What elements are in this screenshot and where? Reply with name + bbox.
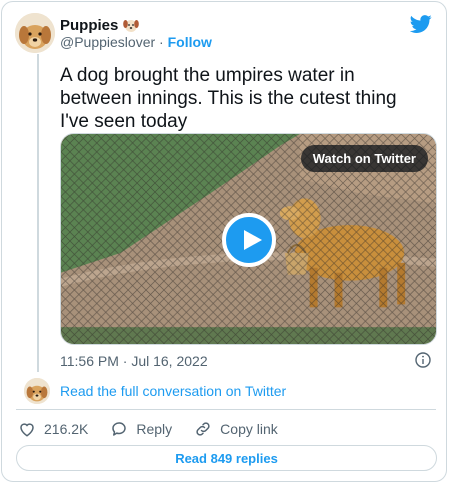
play-button[interactable] — [222, 213, 276, 267]
full-conversation-link[interactable]: Read the full conversation on Twitter — [60, 383, 286, 399]
twitter-bird-icon[interactable] — [410, 13, 432, 35]
video-media[interactable]: Watch on Twitter — [60, 133, 437, 345]
like-button[interactable]: 216.2K — [18, 420, 88, 438]
tweet-timestamp[interactable]: 11:56 PM · Jul 16, 2022 — [60, 353, 208, 369]
info-icon[interactable] — [415, 352, 431, 368]
reply-label: Reply — [136, 421, 173, 437]
link-icon — [196, 422, 210, 436]
heart-icon — [20, 423, 34, 437]
dog-face-emoji-icon — [123, 20, 140, 32]
like-count: 216.2K — [44, 421, 89, 437]
conversation-avatar[interactable] — [24, 378, 50, 404]
reply-button[interactable]: Reply — [110, 420, 172, 438]
follow-link[interactable]: Follow — [168, 34, 212, 50]
author-avatar[interactable] — [15, 13, 55, 53]
separator-dot: · — [159, 34, 164, 50]
author-handle[interactable]: @Puppieslover — [60, 34, 155, 50]
play-icon — [244, 230, 262, 250]
author-name[interactable]: Puppies — [60, 16, 140, 34]
watch-on-twitter-button[interactable]: Watch on Twitter — [300, 145, 428, 172]
read-replies-button[interactable]: Read 849 replies — [16, 445, 437, 471]
actions-divider — [16, 409, 436, 410]
author-handle-row: @Puppieslover · Follow — [60, 34, 212, 50]
author-name-text[interactable]: Puppies — [60, 17, 118, 34]
action-bar: 216.2K Reply Copy link — [18, 420, 300, 438]
tweet-card: Puppies @Puppieslover · Follow A dog bro… — [1, 1, 447, 482]
copy-link-label: Copy link — [220, 421, 278, 437]
thread-line — [37, 54, 39, 372]
tweet-text: A dog brought the umpires water in betwe… — [60, 65, 397, 132]
copy-link-button[interactable]: Copy link — [194, 420, 278, 438]
reply-bubble-icon — [112, 422, 127, 436]
